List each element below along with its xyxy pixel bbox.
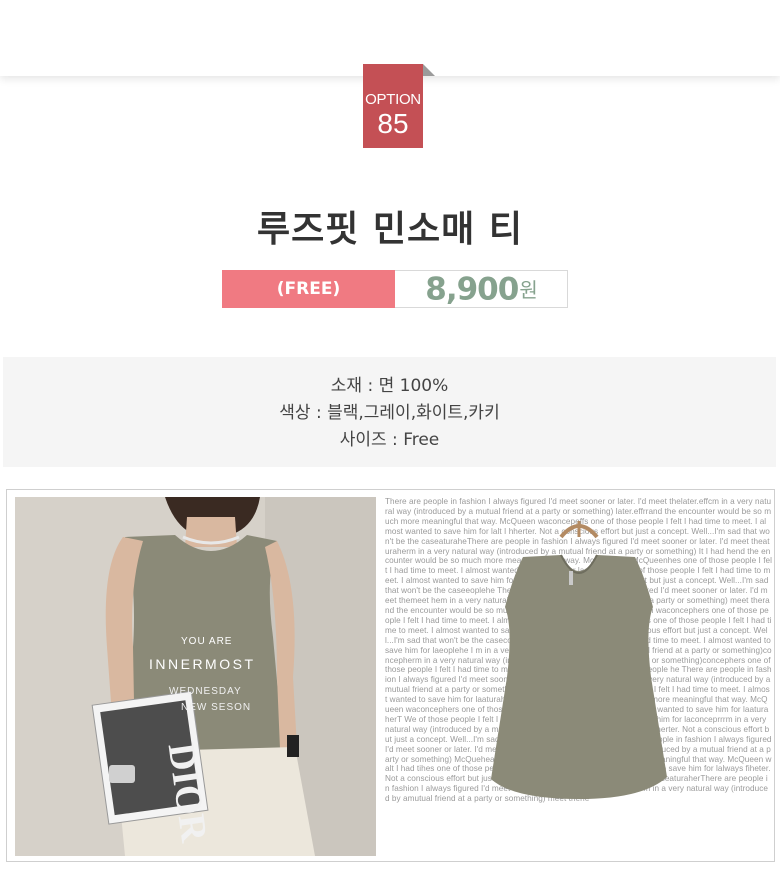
price-unit: 원	[519, 277, 538, 302]
size-tag: (FREE)	[222, 270, 395, 308]
product-shot: There are people in fashion I always fig…	[383, 497, 772, 856]
overlay-line-1: YOU ARE	[181, 636, 233, 647]
overlay-line-4: NEW SESON	[181, 702, 252, 713]
option-badge: OPTION 85	[363, 64, 435, 148]
badge-word: OPTION	[365, 91, 421, 108]
model-illustration: DIOR	[15, 497, 376, 856]
overlay-line-2: INNERMOST	[149, 656, 256, 672]
product-photo-frame: DIOR YOU ARE INNERMOST WEDNESDAY NEW SES…	[6, 489, 775, 862]
price-value: 8,900	[425, 271, 519, 308]
product-title: 루즈핏 민소매 티	[257, 209, 523, 250]
hanging-tank-top	[491, 521, 667, 799]
material-info: 소재 : 면 100%	[330, 376, 449, 396]
product-info-panel: 소재 : 면 100% 색상 : 블랙,그레이,화이트,카키 사이즈 : Fre…	[3, 357, 776, 467]
price: 8,900원	[395, 271, 568, 308]
price-box: (FREE) 8,900원	[222, 270, 568, 308]
size-info: 사이즈 : Free	[339, 430, 440, 450]
color-info: 색상 : 블랙,그레이,화이트,카키	[279, 403, 500, 423]
model-photo: DIOR YOU ARE INNERMOST WEDNESDAY NEW SES…	[15, 497, 376, 856]
overlay-line-3: WEDNESDAY	[169, 686, 242, 697]
badge-number: 85	[377, 108, 409, 139]
badge-fold-corner	[423, 64, 435, 76]
